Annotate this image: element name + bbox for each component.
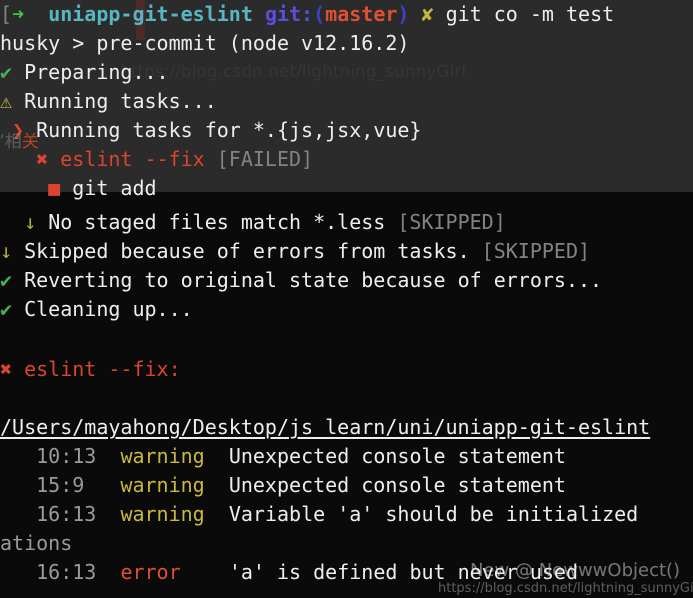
husky-line: husky > pre-commit (node v12.16.2) (0, 29, 693, 58)
problem-wrap-row: ations (0, 529, 693, 558)
git-add-task-line: ■ git add (0, 174, 693, 203)
problem-row: 15:9 warning Unexpected console statemen… (0, 471, 693, 500)
file-path-line[interactable]: /Users/mayahong/Desktop/js_learn/uni/uni… (0, 413, 693, 442)
running-tasks-line: ⚠ Running tasks... (0, 87, 693, 116)
prompt-line: [➜ uniapp-git-eslint git:(master) ✘ git … (0, 0, 693, 29)
problem-message: Unexpected console statement (228, 473, 566, 497)
arrow-icon: ➜ (12, 2, 25, 26)
problem-severity: warning (120, 444, 205, 468)
prompt-paren-open: ( (313, 2, 326, 26)
chevron-right-icon: ❯ (12, 118, 25, 142)
eslint-fix-text: eslint --fix (60, 147, 205, 171)
file-path-text[interactable]: /Users/mayahong/Desktop/js_learn/uni/uni… (0, 415, 650, 439)
eslint-error-header-text: eslint --fix: (24, 357, 181, 381)
reverting-line: ✔ Reverting to original state because of… (0, 266, 693, 295)
prompt-bracket: [ (0, 2, 13, 26)
problem-severity: error (120, 560, 181, 584)
problem-wrap-text: ations (0, 531, 73, 555)
problem-severity: warning (120, 502, 205, 526)
terminal-output: [➜ uniapp-git-eslint git:(master) ✘ git … (0, 0, 693, 598)
terminal-window[interactable]: [➜ uniapp-git-eslint git:(master) ✘ git … (0, 0, 693, 598)
prompt-git-label: git: (264, 2, 314, 26)
cleaning-line: ✔ Cleaning up... (0, 295, 693, 324)
problem-row: 10:13 warning Unexpected console stateme… (0, 442, 693, 471)
prompt-command: git co -m test (445, 2, 615, 26)
problem-message: Unexpected console statement (228, 444, 566, 468)
cleaning-text: Cleaning up... (24, 297, 193, 321)
running-tasks-for-line: ❯ Running tasks for *.{js,jsx,vue} (0, 116, 693, 145)
eslint-fix-status: [FAILED] (216, 147, 314, 171)
skipped-status: [SKIPPED] (481, 239, 591, 263)
dirty-state-icon: ✘ (421, 2, 434, 26)
check-icon: ✔ (0, 60, 13, 84)
check-icon: ✔ (0, 268, 13, 292)
problem-row: 16:13 error 'a' is defined but never use… (0, 558, 693, 587)
no-staged-files-status: [SKIPPED] (397, 210, 506, 234)
problem-location: 16:13 (36, 560, 97, 584)
warning-triangle-icon: ⚠ (0, 89, 13, 113)
cross-icon: ✖ (0, 357, 13, 381)
check-icon: ✔ (0, 297, 13, 321)
running-tasks-for-text: Running tasks for *.{js,jsx,vue} (36, 118, 422, 142)
problem-message: Variable 'a' should be initialized (228, 502, 639, 526)
problem-location: 16:13 (36, 502, 97, 526)
problem-severity: warning (120, 473, 205, 497)
skipped-line: ↓ Skipped because of errors from tasks. … (0, 237, 693, 266)
no-staged-files-line: ↓ No staged files match *.less [SKIPPED] (0, 208, 693, 237)
preparing-text: Preparing... (24, 60, 169, 84)
cross-icon: ✖ (36, 147, 49, 171)
arrow-down-icon: ↓ (24, 210, 37, 234)
preparing-line: ✔ Preparing... (0, 58, 693, 87)
reverting-text: Reverting to original state because of e… (24, 268, 603, 292)
eslint-error-header-line: ✖ eslint --fix: (0, 355, 693, 384)
prompt-paren-close: ) (397, 2, 410, 26)
problem-location: 15:9 (36, 473, 85, 497)
problem-message: 'a' is defined but never used (228, 560, 579, 584)
no-staged-files-text: No staged files match *.less (48, 210, 386, 234)
prompt-branch: master (325, 2, 398, 26)
arrow-down-icon: ↓ (0, 239, 13, 263)
eslint-fix-task-line: ✖ eslint --fix [FAILED] (0, 145, 693, 174)
problem-location: 10:13 (36, 444, 97, 468)
skipped-text: Skipped because of errors from tasks. (24, 239, 470, 263)
square-bullet-icon: ■ (48, 176, 61, 200)
prompt-cwd: uniapp-git-eslint (48, 2, 253, 26)
problem-row: 16:13 warning Variable 'a' should be ini… (0, 500, 693, 529)
running-tasks-text: Running tasks... (24, 89, 217, 113)
git-add-text: git add (72, 176, 157, 200)
husky-text: husky > pre-commit (node v12.16.2) (0, 31, 410, 55)
